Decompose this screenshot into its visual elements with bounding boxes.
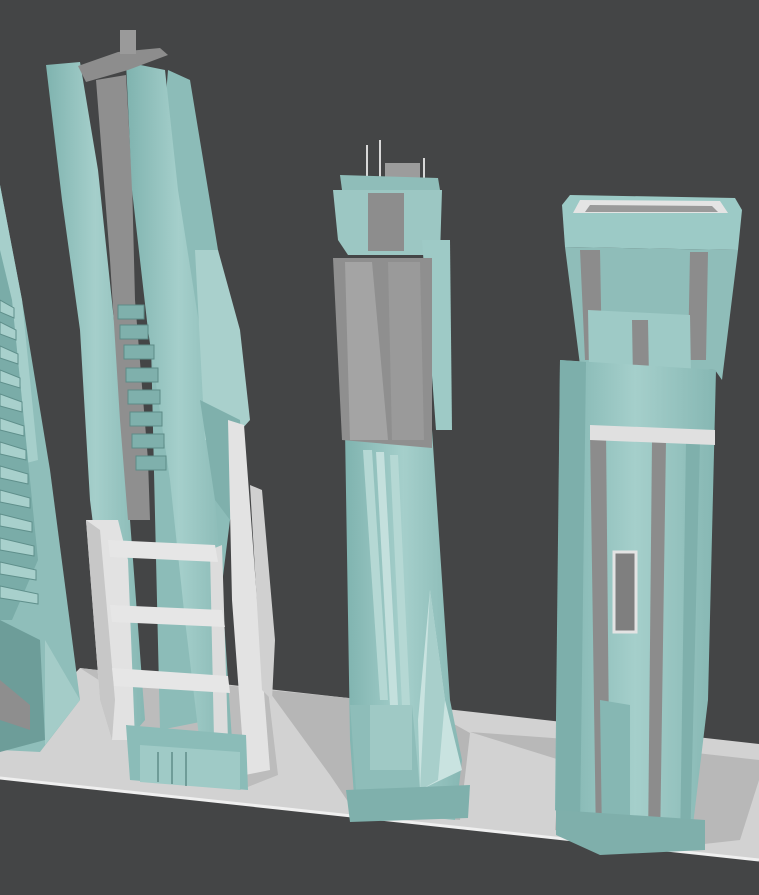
window-slot [612, 550, 638, 634]
viewport-scene [0, 0, 759, 895]
render-canvas [0, 0, 759, 895]
